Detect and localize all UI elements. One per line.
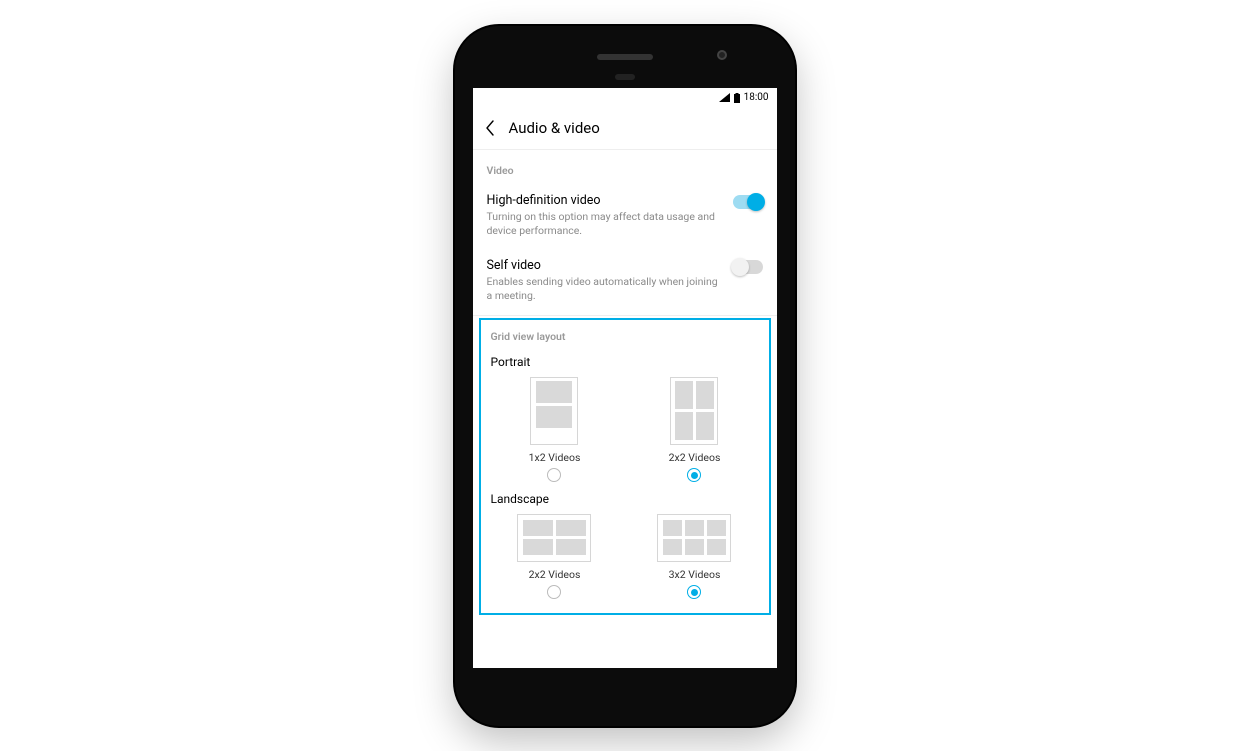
page-title: Audio & video bbox=[509, 119, 600, 137]
portrait-option-1x2[interactable]: 1x2 Videos bbox=[490, 377, 619, 482]
thumb-1x2-icon bbox=[530, 377, 578, 445]
phone-camera bbox=[717, 50, 727, 60]
portrait-label: Portrait bbox=[481, 349, 769, 371]
option-label: 2x2 Videos bbox=[490, 568, 619, 581]
radio-landscape-3x2[interactable] bbox=[687, 585, 701, 599]
status-time: 18:00 bbox=[744, 92, 769, 103]
landscape-option-3x2[interactable]: 3x2 Videos bbox=[630, 514, 759, 599]
grid-view-layout-highlight: Grid view layout Portrait 1x2 Videos bbox=[479, 318, 771, 615]
device-frame: 18:00 Audio & video Video High-definitio… bbox=[455, 26, 795, 726]
radio-landscape-2x2[interactable] bbox=[547, 585, 561, 599]
thumb-2x2-icon bbox=[670, 377, 718, 445]
option-label: 2x2 Videos bbox=[630, 451, 759, 464]
toggle-self-video[interactable] bbox=[733, 260, 763, 274]
thumb-l3x2-icon bbox=[657, 514, 731, 562]
signal-icon bbox=[719, 93, 730, 102]
phone-sensor bbox=[615, 74, 635, 80]
status-bar: 18:00 bbox=[473, 88, 777, 108]
landscape-option-2x2[interactable]: 2x2 Videos bbox=[490, 514, 619, 599]
screen: 18:00 Audio & video Video High-definitio… bbox=[473, 88, 777, 668]
content: Video High-definition video Turning on t… bbox=[473, 150, 777, 616]
setting-self-video[interactable]: Self video Enables sending video automat… bbox=[473, 250, 777, 315]
option-label: 3x2 Videos bbox=[630, 568, 759, 581]
back-icon[interactable] bbox=[485, 120, 495, 136]
setting-title: High-definition video bbox=[487, 193, 721, 208]
setting-desc: Enables sending video automatically when… bbox=[487, 275, 721, 303]
landscape-options: 2x2 Videos 3x2 Videos bbox=[481, 508, 769, 603]
portrait-options: 1x2 Videos 2x2 Videos bbox=[481, 371, 769, 486]
video-section-label: Video bbox=[473, 150, 777, 185]
divider bbox=[473, 315, 777, 316]
phone-speaker bbox=[597, 54, 653, 60]
option-label: 1x2 Videos bbox=[490, 451, 619, 464]
thumb-l2x2-icon bbox=[517, 514, 591, 562]
radio-portrait-2x2[interactable] bbox=[687, 468, 701, 482]
portrait-option-2x2[interactable]: 2x2 Videos bbox=[630, 377, 759, 482]
grid-section-label: Grid view layout bbox=[481, 320, 769, 349]
setting-desc: Turning on this option may affect data u… bbox=[487, 210, 721, 238]
toggle-hd-video[interactable] bbox=[733, 195, 763, 209]
setting-hd-video[interactable]: High-definition video Turning on this op… bbox=[473, 185, 777, 250]
battery-icon bbox=[734, 93, 740, 103]
radio-portrait-1x2[interactable] bbox=[547, 468, 561, 482]
app-bar: Audio & video bbox=[473, 108, 777, 150]
setting-title: Self video bbox=[487, 258, 721, 273]
landscape-label: Landscape bbox=[481, 486, 769, 508]
